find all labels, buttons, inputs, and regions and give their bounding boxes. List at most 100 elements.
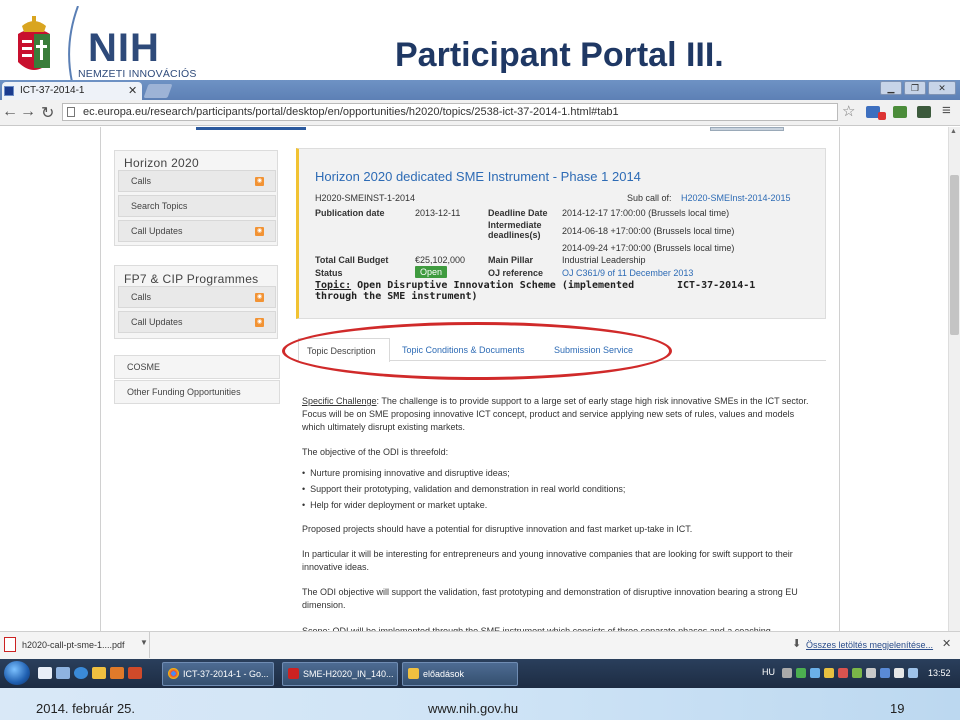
bullet-text: Nurture promising innovative and disrupt…	[310, 468, 510, 478]
browser-menu-icon[interactable]: ≡	[942, 102, 951, 119]
publication-date-label: Publication date	[315, 208, 385, 218]
list-item: • Help for wider deployment or market up…	[302, 500, 488, 510]
status-badge: Open	[415, 266, 447, 278]
challenge-text: : The challenge is to provide support to…	[302, 396, 809, 432]
maximize-button[interactable]: ❐	[904, 81, 926, 95]
sidebar-fp7-heading: FP7 & CIP Programmes	[124, 272, 259, 286]
intermediate-deadline-1: 2014-06-18 +17:00:00 (Brussels local tim…	[562, 226, 735, 236]
tray-shield-icon[interactable]	[838, 668, 848, 678]
start-button[interactable]	[4, 661, 30, 685]
pdf-reader-icon	[288, 668, 299, 679]
pdf-file-icon	[4, 637, 16, 652]
rss-icon[interactable]: ◉	[255, 318, 264, 327]
subcall-link[interactable]: H2020-SMEInst-2014-2015	[681, 193, 791, 203]
bookmark-star-icon[interactable]: ☆	[842, 102, 855, 120]
proposed-paragraph: Proposed projects should have a potentia…	[302, 524, 693, 534]
taskbar-pdf-window[interactable]: SME-H2020_IN_140...	[282, 662, 398, 686]
nih-wordmark: NIH	[88, 26, 160, 70]
highlight-ellipse	[282, 322, 672, 380]
tray-app-icon[interactable]	[824, 668, 834, 678]
tray-network-icon[interactable]	[810, 668, 820, 678]
download-file-name[interactable]: h2020-call-pt-sme-1....pdf	[22, 640, 125, 650]
objective-intro: The objective of the ODI is threefold:	[302, 447, 449, 457]
tray-check-icon[interactable]	[796, 668, 806, 678]
show-all-downloads-link[interactable]: Összes letöltés megjelenítése...	[806, 640, 933, 650]
tray-signal-icon[interactable]	[894, 668, 904, 678]
sidebar-item-other-funding[interactable]: Other Funding Opportunities	[114, 380, 280, 404]
download-arrow-icon: ⬇	[792, 638, 802, 650]
rss-icon[interactable]: ◉	[255, 293, 264, 302]
bullet-text: Help for wider deployment or market upta…	[310, 500, 488, 510]
sidebar-item-call-updates[interactable]: Call Updates	[118, 220, 276, 242]
bullet-text: Support their prototyping, validation an…	[310, 484, 626, 494]
url-input[interactable]: ec.europa.eu/research/participants/porta…	[62, 103, 838, 121]
rss-icon[interactable]: ◉	[255, 227, 264, 236]
powerpoint-icon[interactable]	[128, 667, 142, 679]
topic-text-1: Open Disruptive Innovation Scheme (imple…	[351, 280, 635, 291]
specific-challenge-paragraph: Specific Challenge: The challenge is to …	[302, 395, 814, 434]
nih-subtitle: NEMZETI INNOVÁCIÓS	[78, 68, 197, 80]
subcall-label: Sub call of:	[627, 193, 672, 203]
extension-check-icon[interactable]	[893, 106, 907, 118]
tray-app-icon[interactable]	[866, 668, 876, 678]
top-nav-active-underline	[196, 127, 306, 130]
scroll-up-icon[interactable]: ▲	[950, 128, 957, 135]
explorer-icon[interactable]	[56, 667, 70, 679]
eu-favicon-icon	[4, 86, 14, 96]
show-desktop-icon[interactable]	[38, 667, 52, 679]
topic-label: Topic:	[315, 280, 352, 291]
taskbar-folder-window[interactable]: előadások	[402, 662, 518, 686]
chrome-icon	[168, 668, 179, 679]
budget-value: €25,102,000	[415, 255, 466, 265]
scrollbar-thumb[interactable]	[950, 175, 959, 335]
close-window-button[interactable]: ✕	[928, 81, 956, 95]
call-title: Horizon 2020 dedicated SME Instrument - …	[315, 169, 641, 184]
call-identifier: H2020-SMEINST-1-2014	[315, 193, 416, 203]
sidebar-item-cosme[interactable]: COSME	[114, 355, 280, 379]
forward-arrow-icon[interactable]: →	[20, 103, 36, 121]
tray-arrow-icon[interactable]	[782, 668, 792, 678]
folder-icon	[408, 668, 419, 679]
folder-icon[interactable]	[92, 667, 106, 679]
slide: NIH NEMZETI INNOVÁCIÓS Participant Porta…	[0, 0, 960, 720]
oj-label: OJ reference	[488, 268, 544, 278]
deadline-label: Deadline Date	[488, 208, 548, 218]
slide-title: Participant Portal III.	[395, 36, 724, 74]
page-number: 19	[890, 701, 905, 716]
tray-volume-icon[interactable]	[908, 668, 918, 678]
intermediate-label-1: Intermediate	[488, 220, 542, 230]
back-arrow-icon[interactable]: ←	[2, 103, 18, 121]
page-icon	[67, 107, 75, 117]
close-download-bar-icon[interactable]: ✕	[942, 637, 951, 650]
particular-paragraph: In particular it will be interesting for…	[302, 549, 793, 572]
sidebar-item-fp7-calls[interactable]: Calls	[118, 286, 276, 308]
hungarian-crest-logo	[18, 16, 50, 70]
clock[interactable]: 13:52	[928, 668, 951, 678]
sidebar-item-calls[interactable]: Calls	[118, 170, 276, 192]
ie-icon[interactable]	[74, 667, 88, 679]
intermediate-label-2: deadlines(s)	[488, 230, 541, 240]
challenge-label: Specific Challenge	[302, 396, 377, 406]
topic-line: Topic: Open Disruptive Innovation Scheme…	[315, 280, 655, 302]
new-tab-button[interactable]	[143, 84, 173, 98]
footer-date: 2014. február 25.	[36, 701, 136, 716]
language-indicator[interactable]: HU	[762, 667, 775, 677]
sidebar-item-search-topics[interactable]: Search Topics	[118, 195, 276, 217]
sidebar-item-fp7-call-updates[interactable]: Call Updates	[118, 311, 276, 333]
tab-close-icon[interactable]: ✕	[128, 84, 137, 97]
tray-app-icon[interactable]	[852, 668, 862, 678]
top-nav-button[interactable]	[710, 127, 784, 131]
media-player-icon[interactable]	[110, 667, 124, 679]
browser-tab[interactable]: ICT-37-2014-1	[2, 82, 142, 100]
reload-icon[interactable]: ↻	[41, 103, 54, 123]
rss-icon[interactable]: ◉	[255, 177, 264, 186]
sidebar-horizon-heading: Horizon 2020	[124, 156, 199, 170]
download-options-arrow-icon[interactable]: ▼	[140, 638, 148, 647]
oj-reference-link[interactable]: OJ C361/9 of 11 December 2013	[562, 268, 693, 278]
tray-app-icon[interactable]	[880, 668, 890, 678]
pillar-value: Industrial Leadership	[562, 255, 646, 265]
budget-label: Total Call Budget	[315, 255, 389, 265]
minimize-button[interactable]: ▁	[880, 81, 902, 95]
list-item: • Nurture promising innovative and disru…	[302, 468, 510, 478]
extension-puzzle-icon[interactable]	[917, 106, 931, 118]
